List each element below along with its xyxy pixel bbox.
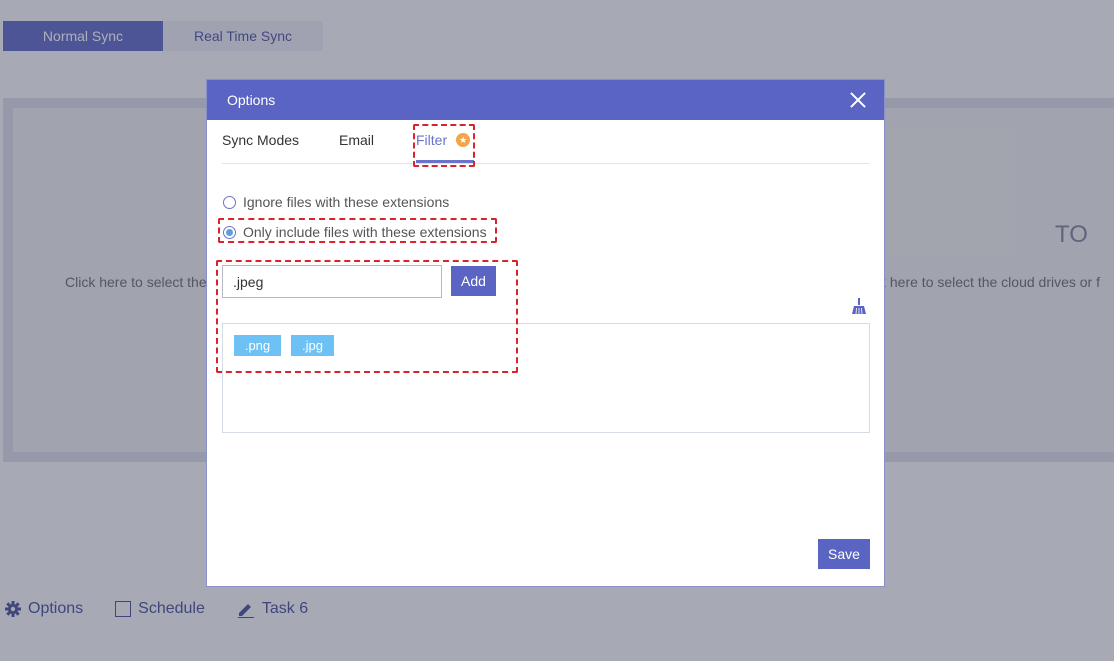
save-button[interactable]: Save [818, 539, 870, 569]
extension-tag[interactable]: .jpg [291, 335, 334, 356]
dialog-header: Options [207, 80, 884, 120]
extension-input[interactable] [222, 265, 442, 298]
broom-icon[interactable] [851, 298, 867, 314]
tab-filter-label: Filter [416, 132, 448, 148]
options-dialog: Options Sync Modes Email Filter ★ Ignore… [206, 79, 885, 587]
extension-tag[interactable]: .png [234, 335, 281, 356]
tab-filter[interactable]: Filter ★ [416, 132, 471, 148]
close-icon[interactable] [850, 92, 866, 108]
tab-sync-modes[interactable]: Sync Modes [222, 132, 299, 148]
premium-star-icon: ★ [456, 133, 471, 147]
dialog-tabs: Sync Modes Email Filter ★ [222, 120, 870, 164]
radio-include-label: Only include files with these extensions [243, 224, 487, 240]
tab-email[interactable]: Email [339, 132, 374, 148]
active-tab-indicator [416, 160, 474, 163]
radio-include-icon[interactable] [223, 225, 236, 239]
radio-ignore-icon[interactable] [223, 195, 236, 209]
dialog-title: Options [227, 92, 276, 108]
radio-ignore-extensions[interactable]: Ignore files with these extensions [223, 194, 449, 210]
add-button[interactable]: Add [451, 266, 496, 296]
extension-list: .png .jpg [222, 323, 870, 433]
radio-include-extensions[interactable]: Only include files with these extensions [223, 224, 487, 240]
radio-ignore-label: Ignore files with these extensions [243, 194, 450, 210]
